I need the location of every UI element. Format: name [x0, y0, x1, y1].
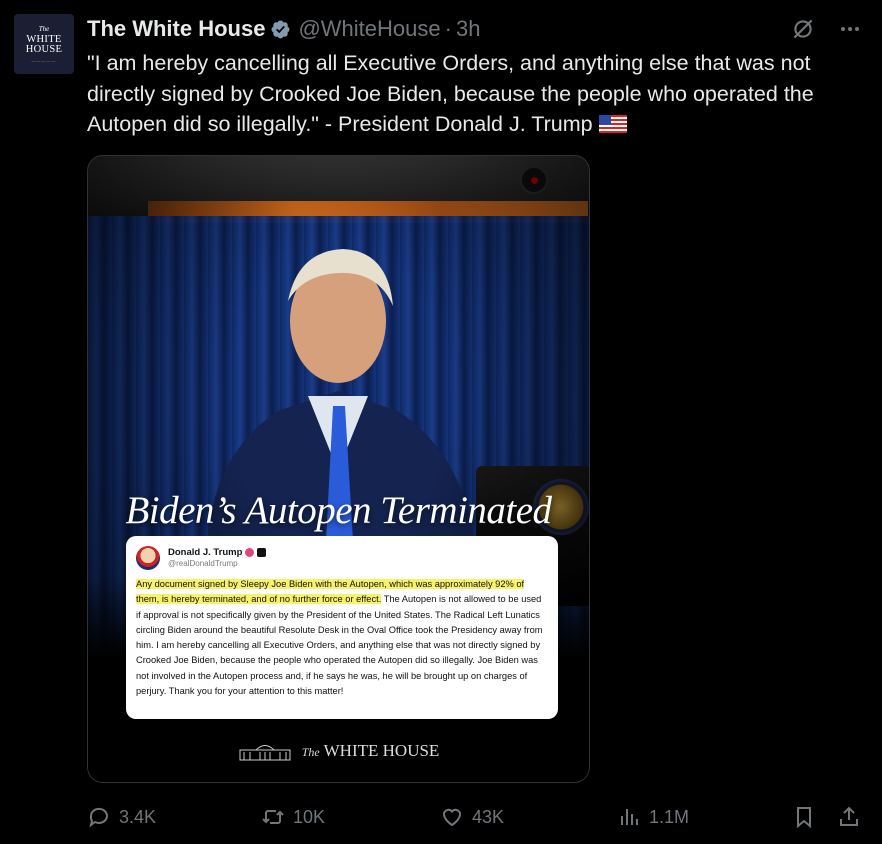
share-button[interactable]: [837, 805, 861, 829]
quoted-name: Donald J. Trump: [168, 547, 243, 558]
quoted-post-body: Any document signed by Sleepy Joe Biden …: [136, 577, 548, 699]
brand-the: The: [301, 745, 320, 759]
share-icon: [840, 806, 858, 826]
views-count: 1.1M: [649, 806, 690, 827]
heart-icon: [442, 808, 462, 827]
us-flag-icon: [598, 115, 627, 133]
quoted-post-card: Donald J. Trump @realDonaldTrump Any doc…: [126, 536, 558, 719]
avatar-house: HOUSE: [25, 44, 63, 55]
reply-icon: [89, 807, 108, 828]
more-options-icon[interactable]: [838, 17, 862, 41]
views-chart-icon: [621, 809, 638, 825]
quoted-verified-icon: [245, 548, 255, 557]
bookmark-icon: [797, 807, 811, 829]
repost-icon: [262, 810, 284, 824]
repost-button[interactable]: 10K: [261, 805, 325, 829]
handle[interactable]: @WhiteHouse: [298, 16, 440, 42]
header-actions: [790, 14, 862, 44]
timestamp[interactable]: 3h: [456, 16, 480, 42]
white-house-brand: The WHITE HOUSE: [88, 740, 589, 762]
grok-icon[interactable]: [790, 16, 816, 42]
like-count: 43K: [472, 806, 505, 827]
quoted-post-header: Donald J. Trump @realDonaldTrump: [136, 543, 548, 573]
media-overlay-title: Biden’s Autopen Terminated: [125, 489, 552, 532]
avatar-rule: —————: [31, 57, 57, 63]
quoted-name-row: Donald J. Trump: [168, 547, 267, 558]
display-name[interactable]: The White House: [87, 16, 265, 42]
tweet-media-image[interactable]: Biden’s Autopen Terminated Donald J. Tru…: [87, 155, 590, 783]
views-button[interactable]: 1.1M: [617, 805, 689, 829]
brand-text: WHITE HOUSE: [323, 741, 440, 760]
quoted-affiliate-icon: [257, 548, 267, 557]
quoted-handle: @realDonaldTrump: [168, 559, 238, 568]
bookmark-button[interactable]: [792, 805, 816, 829]
separator-dot: ·: [444, 16, 452, 41]
quoted-rest-text: The Autopen is not allowed to be used if…: [136, 594, 543, 697]
tweet-text-content: "I am hereby cancelling all Executive Or…: [87, 51, 814, 136]
like-button[interactable]: 43K: [440, 805, 504, 829]
verified-badge-icon[interactable]: [270, 19, 291, 40]
tweet-actions: 3.4K 10K 43K 1.1M: [87, 800, 877, 836]
avatar[interactable]: The WHITE HOUSE —————: [14, 14, 74, 74]
avatar-the: The: [38, 24, 50, 33]
reply-count: 3.4K: [119, 806, 157, 827]
tweet-text: "I am hereby cancelling all Executive Or…: [87, 48, 877, 140]
white-house-building-icon: [239, 745, 291, 761]
quoted-names: Donald J. Trump @realDonaldTrump: [168, 547, 267, 569]
repost-count: 10K: [293, 806, 326, 827]
quoted-avatar: [136, 546, 160, 570]
tweet-header: The White House @WhiteHouse · 3h: [87, 14, 862, 44]
reply-button[interactable]: 3.4K: [87, 805, 156, 829]
